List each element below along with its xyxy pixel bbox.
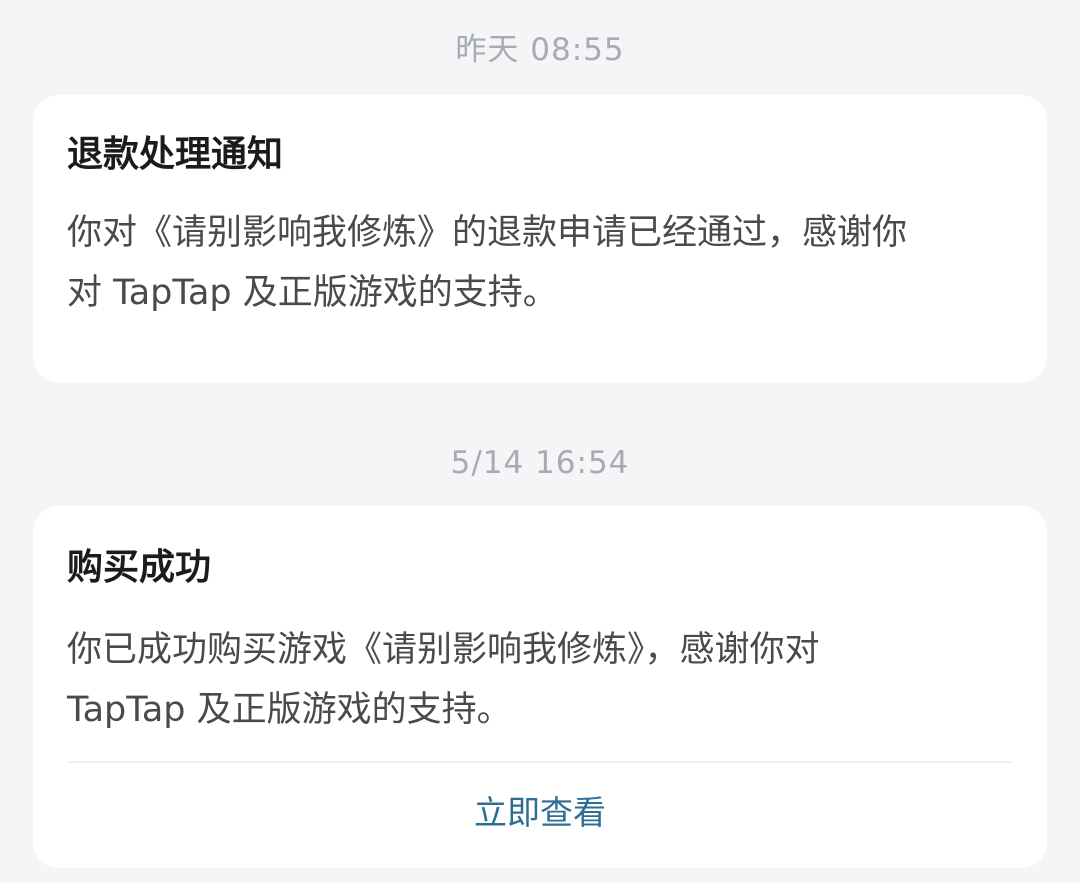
- purchase-success-card[interactable]: 购买成功 你已成功购买游戏《请别影响我修炼》，感谢你对 TapTap 及正版游戏…: [33, 506, 1047, 868]
- message-body: 你对《请别影响我修炼》的退款申请已经通过，感谢你 对 TapTap 及正版游戏的…: [67, 203, 1017, 323]
- refund-notice-card[interactable]: 退款处理通知 你对《请别影响我修炼》的退款申请已经通过，感谢你 对 TapTap…: [33, 95, 1047, 383]
- message-feed: 昨天 08:55 退款处理通知 你对《请别影响我修炼》的退款申请已经通过，感谢你…: [0, 0, 1080, 883]
- message-timestamp: 昨天 08:55: [455, 32, 625, 68]
- message-body-line: 你已成功购买游戏《请别影响我修炼》，感谢你对: [67, 630, 820, 670]
- message-body: 你已成功购买游戏《请别影响我修炼》，感谢你对 TapTap 及正版游戏的支持。: [67, 620, 1017, 740]
- message-body-line: 对 TapTap 及正版游戏的支持。: [67, 273, 558, 313]
- message-body-line: 你对《请别影响我修炼》的退款申请已经通过，感谢你: [67, 213, 908, 253]
- message-title: 退款处理通知: [67, 134, 284, 175]
- view-now-button[interactable]: 立即查看: [33, 790, 1047, 836]
- card-divider: [67, 761, 1013, 763]
- message-timestamp: 5/14 16:54: [450, 445, 630, 481]
- message-body-line: TapTap 及正版游戏的支持。: [67, 690, 512, 730]
- message-title: 购买成功: [67, 547, 212, 588]
